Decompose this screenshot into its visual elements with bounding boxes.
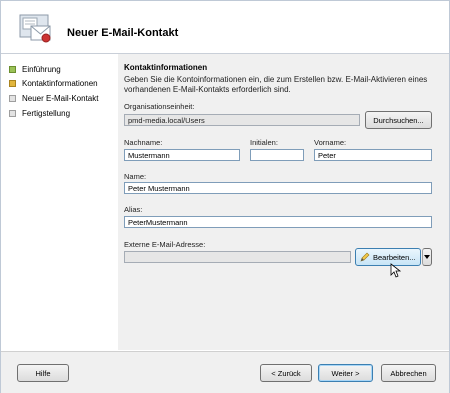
- back-button[interactable]: < Zurück: [260, 364, 312, 382]
- initials-field[interactable]: [250, 149, 304, 161]
- name-label: Name:: [124, 172, 147, 181]
- wizard-header: Neuer E-Mail-Kontakt: [1, 1, 449, 54]
- wizard-window: Neuer E-Mail-Kontakt Einführung Kontakti…: [0, 0, 450, 393]
- edit-button[interactable]: Bearbeiten...: [355, 248, 421, 266]
- step-status-icon: [9, 94, 16, 102]
- step-introduction: Einführung: [9, 63, 61, 75]
- wizard-steps: Einführung Kontaktinformationen Neuer E-…: [1, 54, 116, 350]
- mouse-cursor-icon: [390, 263, 401, 278]
- lastname-label: Nachname:: [124, 138, 163, 147]
- step-new-email-contact: Neuer E-Mail-Kontakt: [9, 92, 98, 104]
- firstname-field[interactable]: Peter: [314, 149, 432, 161]
- step-status-icon: [9, 65, 16, 73]
- section-description: Geben Sie die Kontoinformationen ein, di…: [124, 75, 428, 94]
- alias-label: Alias:: [124, 205, 143, 214]
- step-status-icon: [9, 109, 16, 117]
- name-field[interactable]: Peter Mustermann: [124, 182, 432, 194]
- step-status-icon: [9, 79, 16, 87]
- step-completion: Fertigstellung: [9, 107, 70, 119]
- section-title: Kontaktinformationen: [124, 63, 208, 72]
- initials-label: Initialen:: [250, 138, 278, 147]
- browse-button[interactable]: Durchsuchen...: [365, 111, 432, 129]
- alias-field[interactable]: PeterMustermann: [124, 216, 432, 228]
- next-button[interactable]: Weiter >: [318, 364, 373, 382]
- ou-label: Organisationseinheit:: [124, 102, 195, 111]
- cancel-button[interactable]: Abbrechen: [381, 364, 436, 382]
- lastname-field[interactable]: Mustermann: [124, 149, 240, 161]
- email-contact-icon: [19, 14, 51, 43]
- wizard-footer: Hilfe < Zurück Weiter > Abbrechen: [1, 351, 449, 393]
- chevron-down-icon: [424, 255, 430, 259]
- window-title: Neuer E-Mail-Kontakt: [67, 27, 179, 39]
- external-email-field: [124, 251, 351, 263]
- content-panel: Kontaktinformationen Geben Sie die Konto…: [118, 54, 449, 350]
- step-label: Fertigstellung: [22, 108, 71, 118]
- step-contact-info: Kontaktinformationen: [9, 77, 98, 89]
- edit-button-label: Bearbeiten...: [373, 252, 416, 262]
- pencil-icon: [360, 252, 370, 262]
- external-email-label: Externe E-Mail-Adresse:: [124, 240, 206, 249]
- step-label: Kontaktinformationen: [22, 78, 98, 88]
- step-label: Neuer E-Mail-Kontakt: [22, 93, 99, 103]
- ou-field: pmd-media.local/Users: [124, 114, 360, 126]
- edit-dropdown-button[interactable]: [422, 248, 432, 266]
- firstname-label: Vorname:: [314, 138, 347, 147]
- help-button[interactable]: Hilfe: [17, 364, 69, 382]
- step-label: Einführung: [22, 64, 61, 74]
